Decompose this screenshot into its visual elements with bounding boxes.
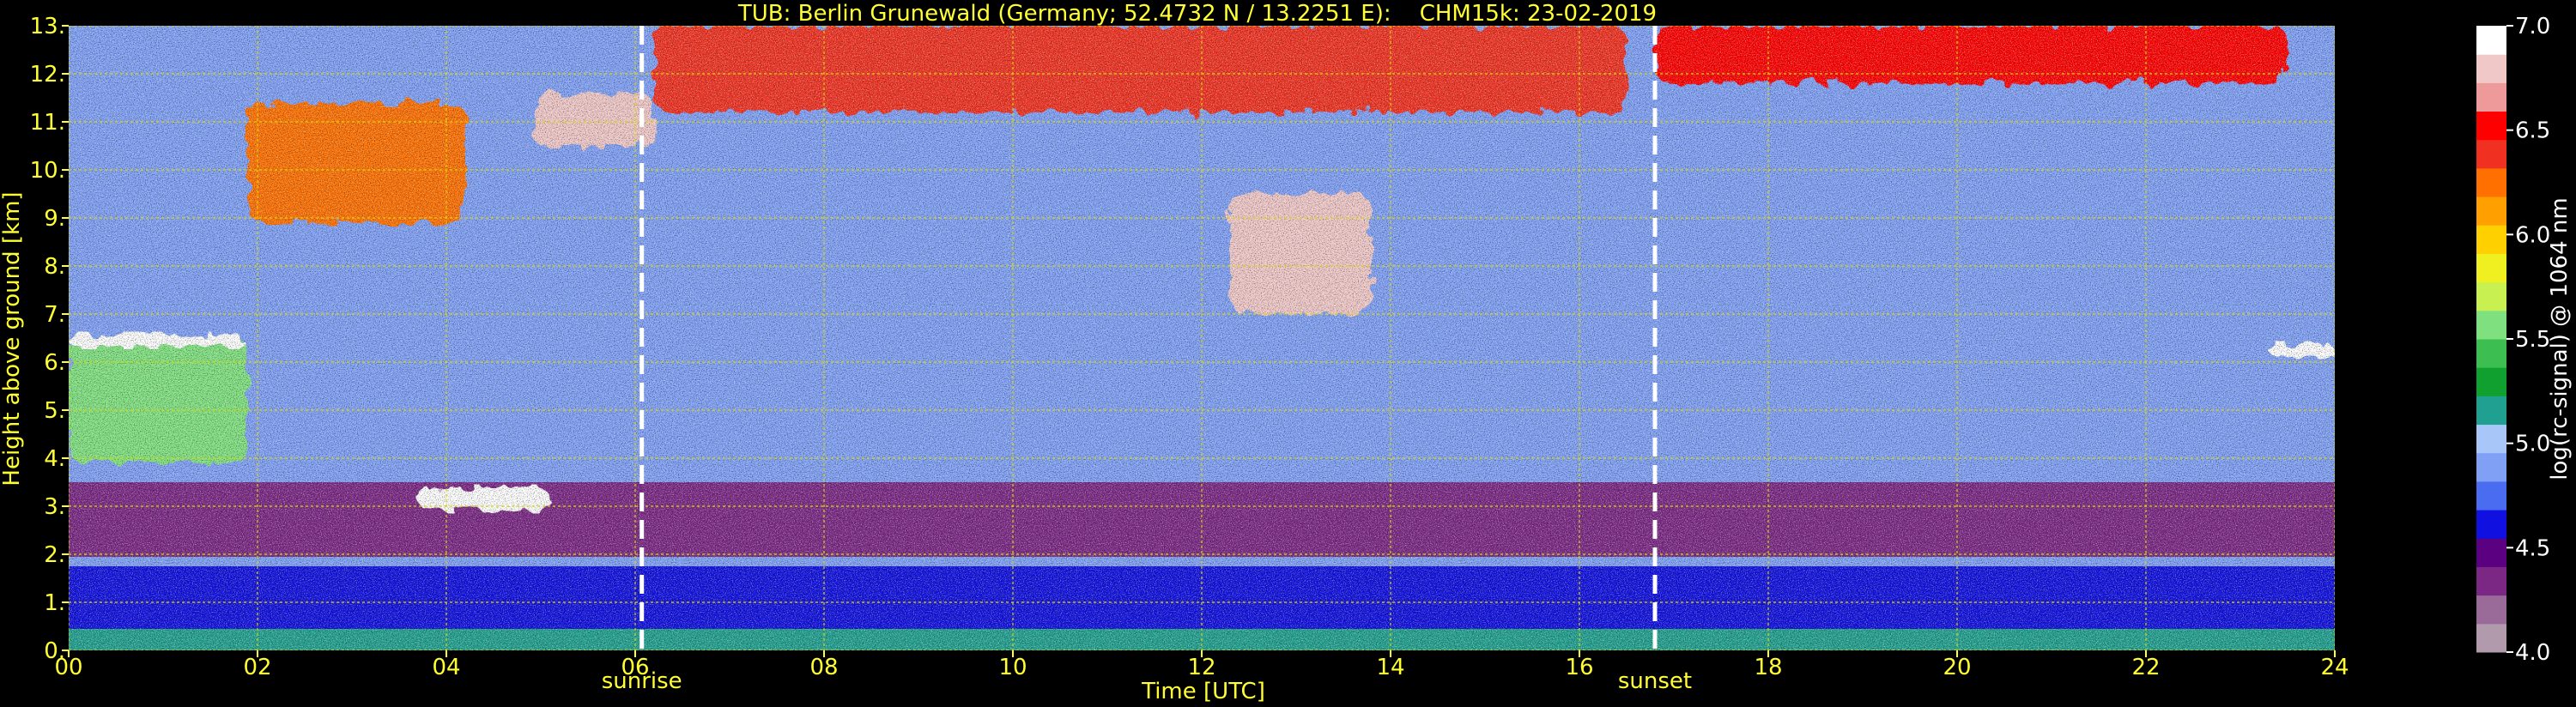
y-tick-label-3: 3. [44,494,65,520]
x-axis-label: Time [UTC] [1141,679,1265,704]
colorbar-tick-label-0: 4.0 [2515,640,2550,666]
x-tick-label-2: 04 [432,655,460,680]
colorbar-swatch-2 [2476,566,2506,596]
y-tick-label-6: 6. [44,350,65,376]
plot-area [69,26,2335,650]
x-tick-label-10: 20 [1943,655,1971,680]
colorbar-swatch-14 [2476,225,2506,254]
colorbar-swatch-16 [2476,167,2506,197]
x-tick-label-8: 16 [1565,655,1593,680]
colorbar-tick-label-2: 5.0 [2515,432,2550,457]
colorbar-swatch-12 [2476,281,2506,311]
colorbar-swatch-1 [2476,595,2506,625]
annotation-label-0: sunrise [602,668,682,694]
colorbar-tick-label-4: 6.0 [2515,222,2550,248]
x-tick-label-12: 24 [2320,655,2349,680]
y-tick-label-4: 4. [44,446,65,472]
colorbar-swatch-11 [2476,310,2506,340]
annotation-label-1: sunset [1618,668,1692,694]
x-axis-ticks: 00 02 04 06 08 10 12 14 16 18 20 22 24 [54,650,2349,680]
colorbar-swatch-21 [2476,26,2506,55]
colorbar-tick-label-5: 6.5 [2515,118,2550,144]
y-tick-label-13: 13. [30,14,65,39]
x-tick-label-7: 14 [1376,655,1404,680]
y-tick-label-7: 7. [44,302,65,328]
colorbar-ticks: 4.0 4.5 5.0 5.5 6.0 6.5 7.0 [2506,14,2550,666]
colorbar-swatch-0 [2476,623,2506,653]
x-tick-label-11: 22 [2131,655,2160,680]
colorbar-swatches [2476,26,2506,653]
y-tick-label-2: 2. [44,542,65,568]
x-tick-label-5: 10 [998,655,1027,680]
colorbar-swatch-18 [2476,111,2506,141]
colorbar-swatch-5 [2476,480,2506,511]
y-axis-label: Height above ground [km] [0,191,25,486]
y-tick-label-9: 9. [44,206,65,232]
x-tick-label-1: 02 [243,655,271,680]
y-tick-label-5: 5. [44,398,65,424]
x-tick-label-9: 18 [1754,655,1782,680]
colorbar-swatch-19 [2476,82,2506,112]
x-tick-label-4: 08 [809,655,838,680]
chart-title: TUB: Berlin Grunewald (Germany; 52.4732 … [737,1,1657,27]
colorbar-tick-label-1: 4.5 [2515,535,2550,561]
quicklook-figure: TUB: Berlin Grunewald (Germany; 52.4732 … [0,1,2573,704]
colorbar-tick-label-6: 7.0 [2515,14,2550,39]
colorbar-swatch-7 [2476,424,2506,454]
colorbar-swatch-15 [2476,196,2506,226]
colorbar-swatch-9 [2476,367,2506,396]
y-tick-label-1: 1. [44,590,65,616]
colorbar-label: log(rc-signal) @ 1064 nm [2547,197,2573,480]
y-axis-ticks: 0. 1. 2. 3. 4. 5. 6. 7. 8. 9. 10. 11. 12. 13. [30,14,69,664]
colorbar: 4.0 4.5 5.0 5.5 6.0 6.5 7.0 log(rc-signal) @ 1… [2476,14,2573,666]
colorbar-tick-label-3: 5.5 [2515,327,2550,353]
y-tick-label-8: 8. [44,254,65,280]
x-tick-label-6: 12 [1187,655,1215,680]
y-tick-label-10: 10. [30,158,65,184]
colorbar-swatch-10 [2476,339,2506,368]
colorbar-swatch-17 [2476,139,2506,169]
y-tick-label-12: 12. [30,62,65,88]
y-tick-label-0: 0. [44,638,65,664]
colorbar-swatch-3 [2476,538,2506,567]
colorbar-swatch-13 [2476,253,2506,283]
y-tick-label-11: 11. [30,110,65,136]
colorbar-swatch-20 [2476,54,2506,83]
colorbar-swatch-4 [2476,510,2506,539]
colorbar-swatch-6 [2476,452,2506,482]
colorbar-swatch-8 [2476,396,2506,426]
